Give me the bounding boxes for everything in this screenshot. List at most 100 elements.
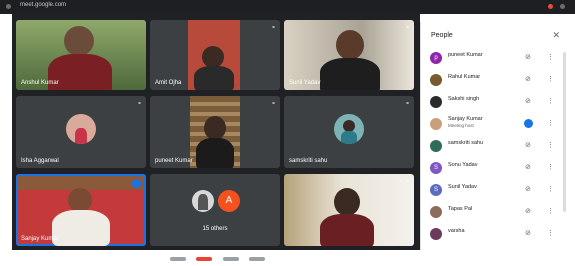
participant-row-host[interactable]: Sanjay Kumar Meeting host ⋮ [421, 114, 568, 136]
participant-name: Sonu Yadav [448, 162, 478, 168]
participant-name: Anshul Kumar [21, 80, 59, 86]
participant-video-head [334, 188, 360, 216]
participant-avatar: p [430, 52, 442, 64]
people-panel: People ✕ p puneet Kumar ⊘ ⋮ Rahul Kumar … [420, 22, 568, 250]
record-indicator-icon [548, 4, 553, 9]
participant-name: Rahul Kumar [448, 74, 481, 80]
participant-name: Tapas Pal [448, 206, 473, 212]
control-button[interactable] [249, 257, 266, 261]
mic-off-icon: ⚬ [404, 101, 410, 107]
participant-tile[interactable]: ⚬ Isha Aggarwal [16, 96, 146, 168]
mic-off-icon: ⚬ [404, 179, 410, 185]
participant-name: Sanjay Kumar [21, 236, 59, 242]
participant-video [64, 26, 94, 56]
mic-off-icon[interactable]: ⊘ [525, 207, 531, 215]
participant-tile[interactable]: Anshul Kumar [16, 20, 146, 90]
participant-avatar [430, 228, 442, 240]
participant-tile[interactable]: ⚬ Sunil Yadav [284, 20, 414, 90]
participant-name: Sunil Yadav [289, 80, 321, 86]
participant-name: puneet Kumar [448, 52, 483, 58]
participant-avatar [334, 114, 364, 144]
participant-tile[interactable]: ⚬ [284, 174, 414, 246]
participant-row[interactable]: p puneet Kumar ⊘ ⋮ [421, 48, 568, 70]
more-options-icon[interactable]: ⋮ [547, 141, 554, 149]
more-options-icon[interactable]: ⋮ [547, 229, 554, 237]
control-button[interactable] [196, 257, 213, 261]
participant-video-head [204, 116, 226, 140]
participant-avatar [430, 96, 442, 108]
participant-name: samskriti sahu [289, 158, 328, 164]
mic-off-icon[interactable]: ⊘ [525, 97, 531, 105]
participant-name: samskriti sahu [448, 140, 484, 146]
more-options-icon[interactable]: ⋮ [547, 119, 554, 127]
others-avatar-letter: A [218, 190, 240, 212]
participant-row[interactable]: samskriti sahu ⊘ ⋮ [421, 136, 568, 158]
mic-off-icon: ⚬ [270, 101, 276, 107]
mic-off-icon[interactable]: ⊘ [525, 53, 531, 61]
more-options-icon[interactable]: ⋮ [547, 53, 554, 61]
mic-off-icon: ⚬ [404, 25, 410, 31]
participant-row[interactable]: Sakshi singh ⊘ ⋮ [421, 92, 568, 114]
mic-off-icon[interactable]: ⊘ [525, 163, 531, 171]
more-options-icon[interactable]: ⋮ [547, 185, 554, 193]
participant-name: puneet Kumar [155, 158, 193, 164]
participant-avatar [430, 118, 442, 130]
participant-name: Isha Aggarwal [21, 158, 59, 164]
control-button[interactable] [170, 257, 186, 261]
participant-avatar [430, 140, 442, 152]
participant-row[interactable]: S Sunil Yadav ⊘ ⋮ [421, 180, 568, 202]
mic-off-icon[interactable]: ⊘ [525, 75, 531, 83]
speaking-indicator-icon [132, 179, 141, 188]
others-tile[interactable]: A 15 others [150, 174, 280, 246]
speaking-indicator-icon [524, 119, 533, 128]
mic-off-icon[interactable]: ⊘ [525, 141, 531, 149]
mic-off-icon: ⚬ [270, 25, 276, 31]
mic-off-icon[interactable]: ⊘ [525, 229, 531, 237]
participant-video-body [194, 66, 234, 90]
participant-video-body [320, 58, 380, 90]
participant-tile[interactable]: ⚬ puneet Kumar [150, 96, 280, 168]
participant-tile-active[interactable]: Sanjay Kumar [16, 174, 146, 246]
participant-row[interactable]: S Sonu Yadav ⊘ ⋮ [421, 158, 568, 180]
more-options-icon[interactable]: ⋮ [547, 75, 554, 83]
participant-name: Amit Ojha [155, 80, 182, 86]
browser-tab-bar: meet.google.com [0, 0, 575, 14]
participant-name: Sanjay Kumar [448, 116, 483, 122]
participant-avatar: S [430, 162, 442, 174]
participant-tile[interactable]: ⚬ Amit Ojha [150, 20, 280, 90]
participant-name: Sunil Yadav [448, 184, 477, 190]
close-icon[interactable]: ✕ [552, 30, 560, 41]
host-label: Meeting host [448, 123, 474, 128]
control-button[interactable] [222, 257, 239, 261]
participant-avatar [66, 114, 96, 144]
participant-name: Sakshi singh [448, 96, 480, 102]
participant-row[interactable]: varsha ⊘ ⋮ [421, 224, 568, 246]
participant-avatar [430, 74, 442, 86]
participant-row[interactable]: Rahul Kumar ⊘ ⋮ [421, 70, 568, 92]
participant-row[interactable]: Tapas Pal ⊘ ⋮ [421, 202, 568, 224]
more-options-icon[interactable]: ⋮ [547, 207, 554, 215]
more-options-icon[interactable]: ⋮ [547, 97, 554, 105]
participant-avatar: S [430, 184, 442, 196]
participant-video-head [202, 46, 224, 68]
participant-name: varsha [448, 228, 465, 234]
participant-video-head [68, 188, 92, 212]
participant-video-body [320, 214, 374, 246]
meet-window: meet.google.com Anshul Kumar ⚬ Amit Ojha… [0, 0, 575, 261]
browser-tab-title[interactable]: meet.google.com [20, 2, 66, 8]
others-count-label: 15 others [202, 226, 228, 232]
participant-video-body [196, 138, 234, 168]
mic-off-icon: ⚬ [136, 101, 142, 107]
panel-title: People [431, 32, 453, 39]
participant-video-body [52, 210, 110, 246]
others-avatar-photo [192, 190, 214, 212]
window-control-icon[interactable] [6, 4, 11, 9]
more-options-icon[interactable]: ⋮ [547, 163, 554, 171]
video-grid: Anshul Kumar ⚬ Amit Ojha ⚬ Sunil Yadav ⚬… [12, 14, 420, 250]
mic-off-icon[interactable]: ⊘ [525, 185, 531, 193]
participant-video-head [336, 30, 364, 60]
meeting-controls-bar [170, 248, 400, 261]
participant-avatar [430, 206, 442, 218]
browser-menu-icon[interactable] [560, 4, 565, 9]
participant-tile[interactable]: ⚬ samskriti sahu [284, 96, 414, 168]
